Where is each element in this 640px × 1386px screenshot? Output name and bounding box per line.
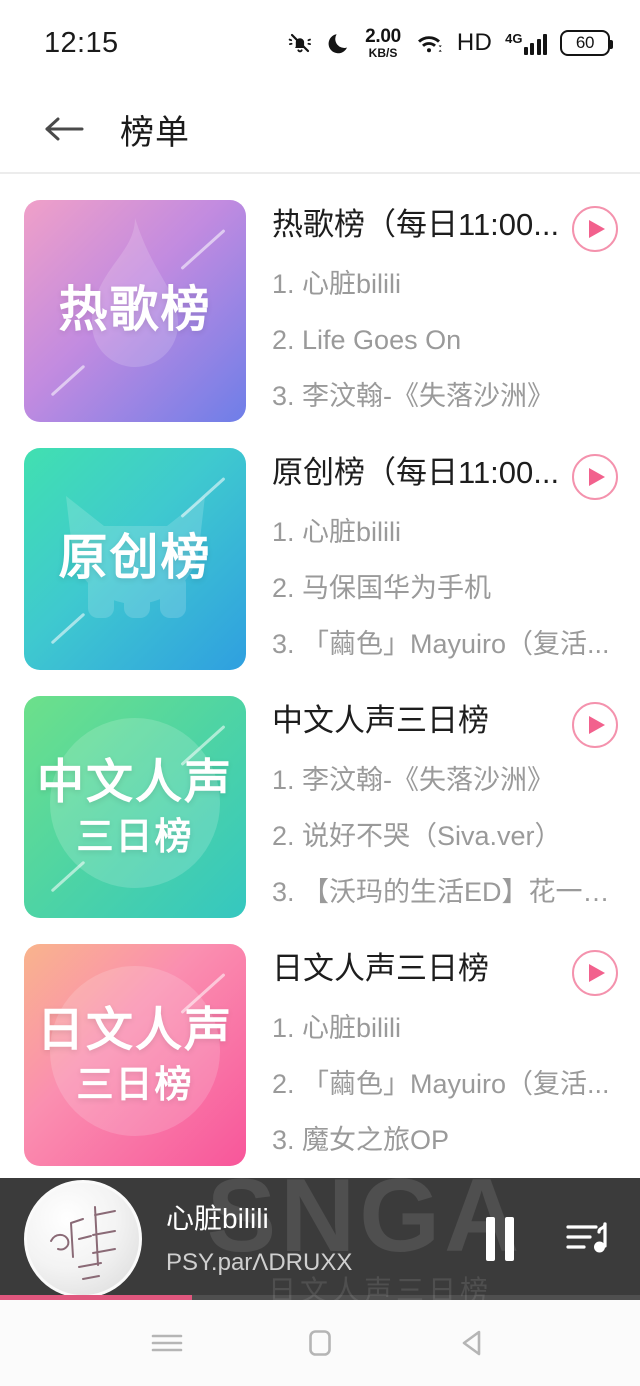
bell-mute-icon [285, 29, 315, 57]
pause-icon[interactable] [486, 1217, 520, 1261]
hd-voice-label: HD [456, 29, 493, 56]
play-icon[interactable] [572, 950, 618, 996]
song-preview-list: 1. 李汶翰-《失落沙洲》 2. 说好不哭（Siva.ver） 3. 【沃玛的生… [272, 764, 618, 909]
ranking-cover[interactable]: 日文人声 三日榜 [24, 944, 246, 1166]
mini-player[interactable]: SNGA 日文人声三日榜 心脏bilili PSY.parΛDRUXX [0, 1178, 640, 1300]
cover-text-line1: 原创榜 [58, 531, 212, 586]
cover-text-line2: 三日榜 [76, 1064, 194, 1106]
wifi-icon [414, 30, 444, 56]
cover-text-line1: 日文人声 [37, 1002, 233, 1056]
cover-text: 原创榜 [58, 531, 212, 586]
playlist-music-icon[interactable] [564, 1216, 610, 1262]
list-item[interactable]: 原创榜 原创榜（每日11:00... 1. 心脏bilili 2. 马保国华为手… [0, 422, 640, 670]
ranking-title: 日文人声三日榜 [272, 951, 489, 986]
ranking-cover[interactable]: 热歌榜 [24, 200, 246, 422]
status-icons: 2.00 KB/S HD 4G 60 [285, 27, 613, 59]
ranking-header: 热歌榜（每日11:00... [272, 200, 618, 252]
list-item[interactable]: 3. 魔女之旅OP [272, 1124, 618, 1158]
recents-menu-icon[interactable] [132, 1308, 202, 1378]
cover-text-line2: 三日榜 [76, 816, 194, 858]
cover-text: 日文人声 三日榜 [37, 1005, 233, 1105]
ranking-info: 原创榜（每日11:00... 1. 心脏bilili 2. 马保国华为手机 3.… [246, 448, 618, 670]
signal-strength-bars [523, 33, 547, 55]
network-speed-unit: KB/S [368, 46, 398, 60]
list-item[interactable]: 3. 【沃玛的生活ED】花一天... [272, 876, 618, 910]
android-navigation-bar [0, 1300, 640, 1386]
battery-icon: 60 [560, 30, 613, 56]
ranking-list: 热歌榜 热歌榜（每日11:00... 1. 心脏bilili 2. Life G… [0, 174, 640, 1166]
list-item[interactable]: 2. 「繭色」Mayuiro（复活... [272, 1068, 618, 1102]
song-preview-list: 1. 心脏bilili 2. 「繭色」Mayuiro（复活... 3. 魔女之旅… [272, 1012, 618, 1157]
cover-text: 中文人声 三日榜 [37, 757, 233, 857]
list-item[interactable]: 2. 说好不哭（Siva.ver） [272, 820, 618, 854]
song-preview-list: 1. 心脏bilili 2. Life Goes On 3. 李汶翰-《失落沙洲… [272, 268, 618, 413]
ranking-title: 原创榜（每日11:00... [272, 455, 560, 490]
list-item[interactable]: 1. 李汶翰-《失落沙洲》 [272, 764, 618, 798]
signal-bars-icon: 4G [505, 31, 547, 55]
list-item[interactable]: 1. 心脏bilili [272, 516, 618, 550]
list-item[interactable]: 3. 「繭色」Mayuiro（复活... [272, 628, 618, 662]
moon-dnd-icon [328, 30, 352, 56]
ranking-info: 日文人声三日榜 1. 心脏bilili 2. 「繭色」Mayuiro（复活...… [246, 944, 618, 1166]
list-item[interactable]: 中文人声 三日榜 中文人声三日榜 1. 李汶翰-《失落沙洲》 2. 说好不哭（S… [0, 670, 640, 918]
network-type-label: 4G [505, 31, 523, 46]
battery-level: 60 [575, 33, 595, 52]
status-clock: 12:15 [44, 26, 119, 59]
cover-text-line1: 热歌榜 [58, 283, 212, 338]
cover-text: 热歌榜 [58, 283, 212, 338]
network-speed-value: 2.00 [365, 26, 401, 47]
ranking-cover[interactable]: 原创榜 [24, 448, 246, 670]
list-item[interactable]: 日文人声 三日榜 日文人声三日榜 1. 心脏bilili 2. 「繭色」Mayu… [0, 918, 640, 1166]
status-bar: 12:15 2.00 KB/S HD 4G 60 [0, 0, 640, 86]
player-artist: PSY.parΛDRUXX [166, 1249, 353, 1277]
play-icon[interactable] [572, 206, 618, 252]
player-track-info[interactable]: 心脏bilili PSY.parΛDRUXX [166, 1201, 466, 1277]
ranking-info: 中文人声三日榜 1. 李汶翰-《失落沙洲》 2. 说好不哭（Siva.ver） … [246, 696, 618, 918]
player-progress-fill [0, 1295, 192, 1300]
back-triangle-icon[interactable] [438, 1308, 508, 1378]
page-title: 榜单 [120, 113, 190, 152]
list-item[interactable]: 1. 心脏bilili [272, 1012, 618, 1046]
ranking-header: 中文人声三日榜 [272, 696, 618, 748]
ranking-title: 中文人声三日榜 [272, 703, 489, 738]
avatar[interactable] [24, 1180, 142, 1298]
list-item[interactable]: 热歌榜 热歌榜（每日11:00... 1. 心脏bilili 2. Life G… [0, 174, 640, 422]
list-item[interactable]: 3. 李汶翰-《失落沙洲》 [272, 380, 618, 414]
song-preview-list: 1. 心脏bilili 2. 马保国华为手机 3. 「繭色」Mayuiro（复活… [272, 516, 618, 661]
ranking-header: 原创榜（每日11:00... [272, 448, 618, 500]
network-speed-indicator: 2.00 KB/S [365, 27, 401, 59]
ranking-title: 热歌榜（每日11:00... [272, 207, 560, 242]
player-song-title: 心脏bilili [166, 1202, 269, 1234]
app-bar: 榜单 [0, 86, 640, 172]
ranking-header: 日文人声三日榜 [272, 944, 618, 996]
player-controls [486, 1216, 610, 1262]
list-item[interactable]: 1. 心脏bilili [272, 268, 618, 302]
play-icon[interactable] [572, 454, 618, 500]
player-progress-bar[interactable] [0, 1295, 640, 1300]
home-square-icon[interactable] [285, 1308, 355, 1378]
back-arrow-icon[interactable] [38, 103, 90, 155]
list-item[interactable]: 2. 马保国华为手机 [272, 572, 618, 606]
list-item[interactable]: 2. Life Goes On [272, 324, 618, 358]
cover-text-line1: 中文人声 [37, 754, 233, 808]
ranking-cover[interactable]: 中文人声 三日榜 [24, 696, 246, 918]
ranking-info: 热歌榜（每日11:00... 1. 心脏bilili 2. Life Goes … [246, 200, 618, 422]
play-icon[interactable] [572, 702, 618, 748]
